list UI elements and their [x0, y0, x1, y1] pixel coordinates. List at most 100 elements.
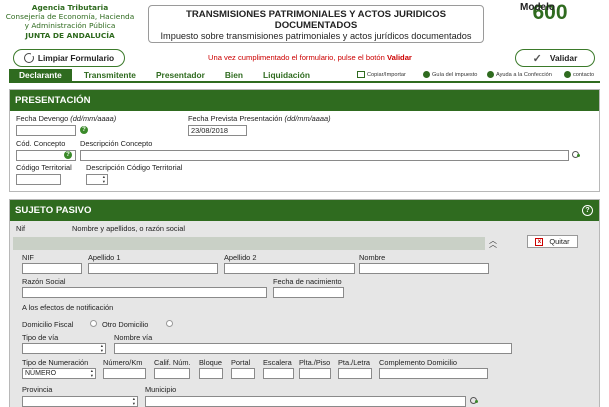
contact-label: contacto — [573, 71, 595, 78]
razon-social-input[interactable] — [22, 287, 267, 298]
desc-concepto-label: Descripción Concepto — [80, 139, 153, 148]
provincia-label: Provincia — [22, 385, 53, 394]
presentacion-title: PRESENTACIÓN — [10, 90, 599, 111]
apellido1-label: Apellido 1 — [88, 253, 121, 262]
help-icon[interactable]: ? — [80, 126, 88, 134]
fecha-nacimiento-label: Fecha de nacimiento — [273, 277, 342, 286]
agency-line-4: JUNTA DE ANDALUCÍA — [25, 30, 115, 40]
tipo-via-label: Tipo de vía — [22, 333, 59, 342]
numero-km-input[interactable] — [103, 368, 146, 379]
help-link-label: Ayuda a la Confección — [496, 71, 552, 78]
close-icon: x — [535, 237, 544, 246]
bloque-label: Bloque — [199, 358, 223, 367]
otro-domicilio-label: Otro Domicilio — [102, 320, 149, 329]
tab-transmitente[interactable]: Transmitente — [76, 69, 144, 81]
validate-button[interactable]: ✓ Validar — [515, 49, 595, 67]
fecha-prevista-input[interactable]: 23/08/2018 — [188, 125, 247, 136]
help-icon[interactable]: ? — [582, 205, 593, 216]
apellido1-input[interactable] — [88, 263, 218, 274]
portal-input[interactable] — [231, 368, 255, 379]
tipo-numeracion-label: Tipo de Numeración — [22, 358, 89, 367]
info-icon — [423, 71, 430, 78]
otro-domicilio-radio[interactable] — [166, 320, 173, 327]
form-subtitle: Impuesto sobre transmisiones patrimonial… — [160, 31, 472, 41]
copy-import-label: Copiar/Importar — [367, 71, 406, 78]
instruction-bold: Validar — [386, 53, 412, 62]
desc-territorial-select[interactable] — [86, 174, 108, 185]
escalera-label: Escalera — [263, 358, 292, 367]
fecha-prevista-label: Fecha Prevista Presentación (dd/mm/aaaa) — [188, 114, 331, 123]
bloque-input[interactable] — [199, 368, 223, 379]
tipo-via-select[interactable] — [22, 343, 106, 354]
nombre-input[interactable] — [359, 263, 489, 274]
tab-liquidacion[interactable]: Liquidación — [255, 69, 318, 81]
help-icon[interactable]: ? — [64, 151, 72, 159]
tab-underline — [9, 81, 600, 83]
agency-logo-text: Agencia Tributaria Consejería de Economí… — [0, 3, 140, 40]
modelo-label: Modelo — [520, 2, 555, 13]
validate-label: Validar — [549, 53, 578, 63]
desc-territorial-label: Descripción Código Territorial — [86, 163, 183, 172]
tab-presentador[interactable]: Presentador — [148, 69, 213, 81]
remove-button[interactable]: x Quitar — [527, 235, 578, 248]
contact-link[interactable]: contacto — [564, 71, 594, 78]
fecha-prevista-format: (dd/mm/aaaa) — [284, 114, 331, 123]
check-icon: ✓ — [532, 52, 542, 65]
tax-guide-link[interactable]: Guía del impuesto — [423, 71, 477, 78]
escalera-input[interactable] — [263, 368, 294, 379]
copy-icon — [357, 71, 365, 78]
selected-subject-row[interactable] — [13, 237, 485, 250]
calif-num-label: Calif. Núm. — [154, 358, 191, 367]
puerta-letra-input[interactable] — [338, 368, 372, 379]
fecha-devengo-format: (dd/mm/aaaa) — [70, 114, 117, 123]
nombre-header: Nombre y apellidos, o razón social — [72, 224, 185, 233]
presentacion-body: Fecha Devengo (dd/mm/aaaa) ? Fecha Previ… — [10, 111, 599, 191]
refresh-icon — [23, 52, 35, 63]
planta-piso-input[interactable] — [299, 368, 331, 379]
complemento-input[interactable] — [379, 368, 488, 379]
numero-km-label: Número/Km — [103, 358, 143, 367]
sujeto-pasivo-header: SUJETO PASIVO ? — [10, 200, 599, 221]
cod-territorial-label: Código Territorial — [16, 163, 72, 172]
desc-concepto-input[interactable] — [80, 150, 569, 161]
nombre-via-input[interactable] — [114, 343, 512, 354]
fecha-prevista-text: Fecha Prevista Presentación — [188, 114, 285, 123]
phone-icon — [564, 71, 571, 78]
nif-label: NIF — [22, 253, 34, 262]
sujeto-pasivo-panel: SUJETO PASIVO ? Nif Nombre y apellidos, … — [9, 199, 600, 407]
tax-guide-label: Guía del impuesto — [432, 71, 478, 78]
cod-territorial-input[interactable] — [16, 174, 61, 185]
calif-num-input[interactable] — [154, 368, 190, 379]
tipo-numeracion-select[interactable]: NÚMERO — [22, 368, 96, 379]
complemento-label: Complemento Domicilio — [379, 358, 458, 367]
apellido2-label: Apellido 2 — [224, 253, 257, 262]
fecha-devengo-input[interactable] — [16, 125, 76, 136]
clear-form-label: Limpiar Formulario — [37, 53, 115, 63]
tab-declarante[interactable]: Declarante — [9, 69, 72, 81]
copy-import-link[interactable]: Copiar/Importar — [357, 71, 406, 78]
agency-line-2: Consejería de Economía, Hacienda — [5, 12, 135, 22]
modelo-badge: Modelo 600 — [520, 2, 580, 24]
tab-bar: Declarante Transmitente Presentador Bien… — [9, 69, 318, 81]
apellido2-input[interactable] — [224, 263, 355, 274]
nif-input[interactable] — [22, 263, 82, 274]
search-icon[interactable] — [572, 151, 581, 159]
domicilio-fiscal-radio[interactable] — [90, 320, 97, 327]
help-link[interactable]: Ayuda a la Confección — [487, 71, 552, 78]
form-title: TRANSMISIONES PATRIMONIALES Y ACTOS JURI… — [186, 9, 446, 31]
form-title-box: TRANSMISIONES PATRIMONIALES Y ACTOS JURI… — [148, 5, 484, 43]
fecha-devengo-label: Fecha Devengo (dd/mm/aaaa) — [16, 114, 116, 123]
municipio-input[interactable] — [145, 396, 466, 407]
agency-line-1: Agencia Tributaria — [31, 3, 109, 12]
remove-label: Quitar — [549, 237, 570, 246]
nif-header: Nif — [16, 224, 26, 233]
provincia-select[interactable] — [22, 396, 138, 407]
presentacion-panel: PRESENTACIÓN Fecha Devengo (dd/mm/aaaa) … — [9, 89, 600, 192]
clear-form-button[interactable]: Limpiar Formulario — [13, 49, 125, 67]
collapse-icon[interactable]: ︿ ︿ — [489, 237, 497, 249]
tab-bien[interactable]: Bien — [217, 69, 251, 81]
municipio-label: Municipio — [145, 385, 177, 394]
search-icon[interactable] — [470, 397, 479, 405]
razon-social-label: Razón Social — [22, 277, 66, 286]
fecha-nacimiento-input[interactable] — [273, 287, 344, 298]
